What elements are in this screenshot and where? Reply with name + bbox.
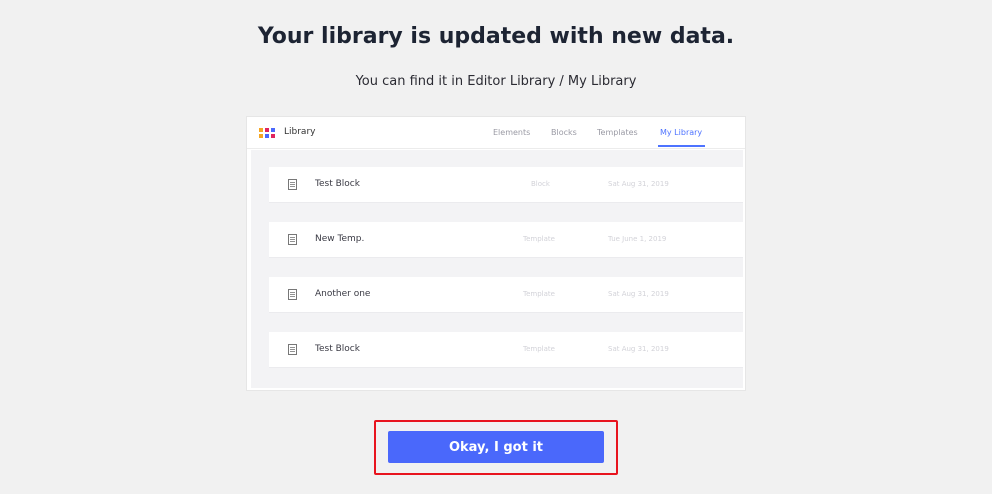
item-date: Sat Aug 31, 2019 [608,345,669,353]
tab-my-library: My Library [660,128,703,137]
logo-dot [265,134,269,138]
preview-header: Library Elements Blocks Templates My Lib… [247,117,745,149]
logo-dot [265,128,269,132]
document-icon [288,179,297,190]
item-date: Tue June 1, 2019 [608,235,667,243]
dialog-title: Your library is updated with new data. [257,24,735,49]
tab-blocks: Blocks [551,128,577,137]
preview-list: Test Block Block Sat Aug 31, 2019 New Te… [251,150,743,388]
list-item: New Temp. Template Tue June 1, 2019 [269,222,743,258]
item-name: New Temp. [315,234,365,244]
item-date: Sat Aug 31, 2019 [608,180,669,188]
logo-dot [271,128,275,132]
library-logo-icon [259,128,275,138]
item-name: Test Block [315,179,360,189]
item-type: Block [531,180,550,188]
tab-elements: Elements [493,128,531,137]
item-name: Test Block [315,344,360,354]
dialog-subtitle: You can find it in Editor Library / My L… [355,74,637,89]
item-type: Template [523,345,555,353]
item-type: Template [523,235,555,243]
preview-logo-text: Library [284,127,316,137]
okay-got-it-button[interactable]: Okay, I got it [388,431,604,463]
list-item: Another one Template Sat Aug 31, 2019 [269,277,743,313]
list-item: Test Block Block Sat Aug 31, 2019 [269,167,743,203]
tab-templates: Templates [597,128,638,137]
item-type: Template [523,290,555,298]
item-date: Sat Aug 31, 2019 [608,290,669,298]
logo-dot [271,134,275,138]
active-tab-underline [658,145,705,147]
logo-dot [259,134,263,138]
library-preview-image: Library Elements Blocks Templates My Lib… [246,116,746,391]
list-item: Test Block Template Sat Aug 31, 2019 [269,332,743,368]
item-name: Another one [315,289,371,299]
logo-dot [259,128,263,132]
document-icon [288,234,297,245]
document-icon [288,289,297,300]
document-icon [288,344,297,355]
